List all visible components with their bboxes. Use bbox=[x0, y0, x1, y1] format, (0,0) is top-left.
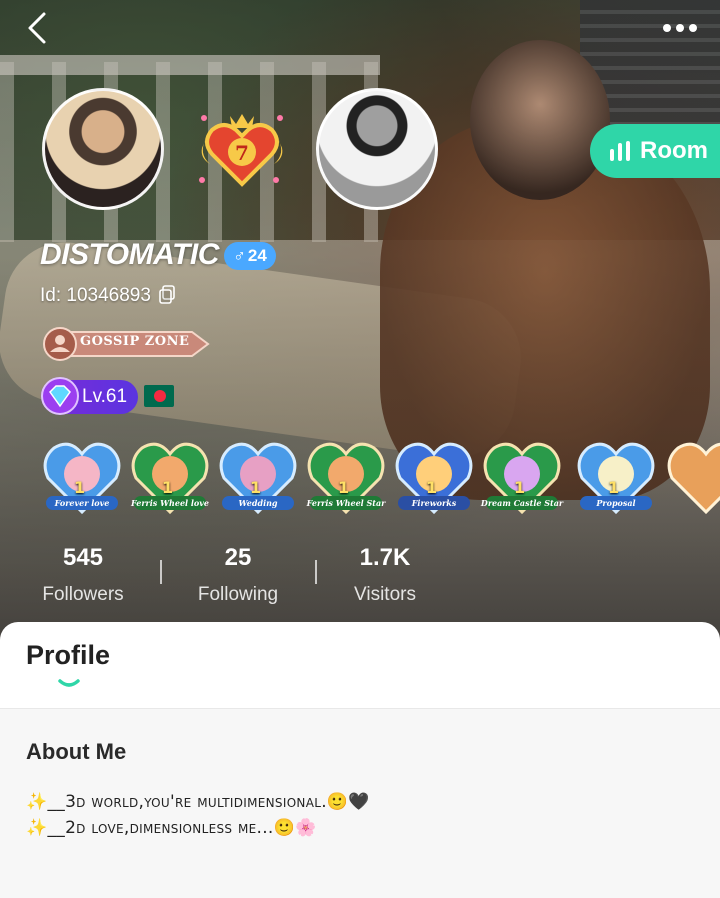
medal-ferris-wheel-love[interactable]: 1 Ferris Wheel love bbox=[128, 434, 212, 520]
medal-count: 1 bbox=[608, 478, 620, 497]
stat-divider bbox=[160, 560, 162, 584]
medal-partial[interactable] bbox=[664, 434, 720, 520]
medal-caption: Proposal bbox=[596, 498, 636, 508]
medal-row[interactable]: 1 Forever love 1 Ferris Wheel love 1 Wed… bbox=[40, 434, 720, 520]
room-button[interactable]: Room bbox=[590, 124, 720, 178]
medal-caption: Ferris Wheel love bbox=[130, 498, 209, 508]
diamond-icon bbox=[40, 376, 80, 416]
visitors-label[interactable]: Visitors bbox=[325, 584, 445, 606]
medal-caption: Ferris Wheel Star bbox=[306, 498, 386, 508]
heart-crown-badge: 7 bbox=[196, 108, 288, 192]
medal-caption: Forever love bbox=[54, 498, 110, 508]
avatar[interactable] bbox=[42, 88, 164, 210]
medal-caption: Dream Castle Star bbox=[480, 498, 564, 508]
followers-label[interactable]: Followers bbox=[23, 584, 143, 606]
medal-count: 1 bbox=[74, 478, 86, 497]
medal-count: 1 bbox=[250, 478, 262, 497]
family-tag-label: GOSSIP ZONE bbox=[80, 334, 190, 349]
about-title: About Me bbox=[26, 739, 127, 764]
medal-count: 1 bbox=[162, 478, 174, 497]
family-tag[interactable]: GOSSIP ZONE bbox=[42, 326, 210, 362]
followers-count[interactable]: 545 bbox=[23, 544, 143, 572]
medal-wedding[interactable]: 1 Wedding bbox=[216, 434, 300, 520]
medal-forever-love[interactable]: 1 Forever love bbox=[40, 434, 124, 520]
bangladesh-flag-icon bbox=[144, 385, 174, 407]
medal-ferris-wheel-star[interactable]: 1 Ferris Wheel Star bbox=[304, 434, 388, 520]
medal-dream-castle-star[interactable]: 1 Dream Castle Star bbox=[480, 434, 564, 520]
about-line-1: ✨__3d world,you're multidimensional.🙂🖤 bbox=[26, 792, 370, 812]
tab-active-indicator bbox=[58, 676, 80, 687]
medal-proposal[interactable]: 1 Proposal bbox=[574, 434, 658, 520]
age-text: 24 bbox=[247, 246, 267, 265]
username: DISTOMATIC bbox=[40, 238, 219, 271]
user-id: Id: 10346893 bbox=[40, 285, 151, 306]
medal-count: 1 bbox=[426, 478, 438, 497]
avatar[interactable] bbox=[316, 88, 438, 210]
medal-fireworks[interactable]: 1 Fireworks bbox=[392, 434, 476, 520]
medal-count: 1 bbox=[514, 478, 526, 497]
more-dots-icon bbox=[663, 24, 671, 32]
gender-age-badge: ♂ 24 bbox=[224, 242, 276, 270]
tab-profile[interactable]: Profile bbox=[26, 640, 110, 671]
about-line-2: ✨__2d love,dimensionless me...🙂🌸 bbox=[26, 818, 317, 838]
medal-caption: Wedding bbox=[238, 498, 278, 508]
more-options-button[interactable] bbox=[658, 12, 702, 44]
following-label[interactable]: Following bbox=[178, 584, 298, 606]
stat-divider bbox=[315, 560, 317, 584]
back-button[interactable] bbox=[18, 8, 58, 48]
medal-count: 1 bbox=[338, 478, 350, 497]
male-icon: ♂ bbox=[233, 246, 246, 265]
chevron-left-icon bbox=[28, 12, 46, 44]
level-text: Lv.61 bbox=[82, 386, 128, 407]
audio-bars-icon bbox=[610, 141, 630, 161]
following-count[interactable]: 25 bbox=[178, 544, 298, 572]
heart-badge-number: 7 bbox=[235, 141, 249, 165]
medal-caption: Fireworks bbox=[411, 498, 457, 508]
room-button-label: Room bbox=[640, 137, 708, 164]
copy-icon[interactable] bbox=[158, 285, 176, 305]
visitors-count[interactable]: 1.7K bbox=[325, 544, 445, 572]
